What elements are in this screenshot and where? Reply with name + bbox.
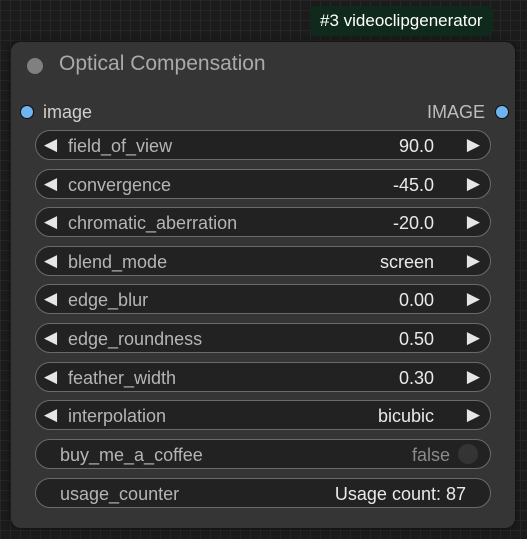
node-title: Optical Compensation — [59, 52, 266, 75]
widget-label: convergence — [68, 175, 172, 195]
widget-label: feather_width — [68, 368, 177, 388]
toggle-knob-icon[interactable] — [458, 444, 478, 464]
widget-convergence[interactable]: ◀ convergence -45.0 ▶ — [35, 169, 491, 199]
optical-compensation-node[interactable]: Optical Compensation image IMAGE ◀ field… — [11, 42, 515, 528]
widget-value[interactable]: 0.30 — [399, 367, 434, 389]
widget-blend-mode[interactable]: ◀ blend_mode screen ▶ — [35, 246, 491, 276]
widget-value[interactable]: screen — [380, 251, 434, 273]
widget-interpolation[interactable]: ◀ interpolation bicubic ▶ — [35, 400, 491, 430]
widget-value[interactable]: 0.50 — [399, 328, 434, 350]
right-arrow-icon[interactable]: ▶ — [467, 173, 480, 195]
counter-label: usage_counter — [60, 484, 180, 504]
slot-row: image IMAGE — [11, 100, 515, 124]
widget-label: field_of_view — [68, 136, 173, 156]
widget-field-of-view[interactable]: ◀ field_of_view 90.0 ▶ — [35, 130, 491, 160]
widget-feather-width[interactable]: ◀ feather_width 0.30 ▶ — [35, 362, 491, 392]
right-arrow-icon[interactable]: ▶ — [467, 327, 480, 349]
node-header[interactable]: Optical Compensation — [11, 42, 515, 86]
toggle-value: false — [411, 445, 450, 465]
widget-label: chromatic_aberration — [68, 213, 238, 233]
left-arrow-icon[interactable]: ◀ — [44, 250, 57, 272]
left-arrow-icon[interactable]: ◀ — [44, 404, 57, 426]
left-arrow-icon[interactable]: ◀ — [44, 366, 57, 388]
left-arrow-icon[interactable]: ◀ — [44, 134, 57, 156]
right-arrow-icon[interactable]: ▶ — [467, 250, 480, 272]
node-id-badge: #3 videoclipgenerator — [310, 6, 493, 36]
right-arrow-icon[interactable]: ▶ — [467, 404, 480, 426]
widget-value[interactable]: -20.0 — [393, 212, 434, 234]
output-slot-label: IMAGE — [426, 102, 485, 122]
widget-label: interpolation — [68, 406, 167, 426]
counter-value: Usage count: 87 — [334, 484, 466, 504]
widget-edge-blur[interactable]: ◀ edge_blur 0.00 ▶ — [35, 284, 491, 314]
widget-edge-roundness[interactable]: ◀ edge_roundness 0.50 ▶ — [35, 323, 491, 353]
widget-value[interactable]: -45.0 — [393, 174, 434, 196]
collapse-dot-icon[interactable] — [27, 58, 43, 74]
widget-label: edge_roundness — [68, 329, 203, 349]
widget-chromatic-aberration[interactable]: ◀ chromatic_aberration -20.0 ▶ — [35, 207, 491, 237]
right-arrow-icon[interactable]: ▶ — [467, 366, 480, 388]
left-arrow-icon[interactable]: ◀ — [44, 211, 57, 233]
right-arrow-icon[interactable]: ▶ — [467, 211, 480, 233]
left-arrow-icon[interactable]: ◀ — [44, 173, 57, 195]
widget-value[interactable]: 90.0 — [399, 135, 434, 157]
left-arrow-icon[interactable]: ◀ — [44, 327, 57, 349]
toggle-label: buy_me_a_coffee — [60, 445, 203, 465]
left-arrow-icon[interactable]: ◀ — [44, 288, 57, 310]
right-arrow-icon[interactable]: ▶ — [467, 288, 480, 310]
input-slot-label: image — [43, 102, 93, 122]
right-arrow-icon[interactable]: ▶ — [467, 134, 480, 156]
widget-label: blend_mode — [68, 252, 168, 272]
widget-value[interactable]: 0.00 — [399, 289, 434, 311]
toggle-buy-me-a-coffee[interactable]: buy_me_a_coffee false — [35, 439, 491, 469]
input-slot-dot-icon[interactable] — [20, 105, 34, 119]
widget-label: edge_blur — [68, 290, 149, 310]
output-slot-dot-icon[interactable] — [495, 105, 509, 119]
widget-value[interactable]: bicubic — [378, 405, 434, 427]
usage-counter-field[interactable]: usage_counter Usage count: 87 — [35, 478, 491, 508]
